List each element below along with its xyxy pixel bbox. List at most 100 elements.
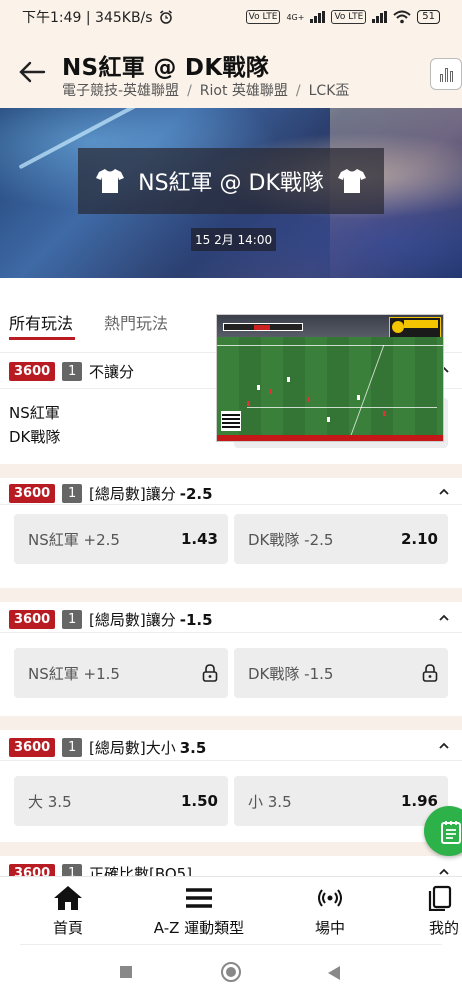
signal-icon	[310, 11, 326, 23]
odds-label: DK戰隊 -2.5	[248, 530, 334, 549]
market-correct-score: 3600 1 正確比數[BO5]	[0, 856, 462, 876]
section-gap	[0, 716, 462, 730]
network-type: 4G+	[286, 12, 305, 22]
odds-button[interactable]: 小 3.5 1.96	[234, 776, 448, 826]
odds-value: 1.50	[180, 792, 218, 810]
stream-logo	[389, 317, 441, 339]
match-banner: NS紅軍 @ DK戰隊 15 2月 14:00	[0, 108, 462, 278]
my-bets-icon	[428, 885, 452, 911]
market-id-badge: 3600	[9, 362, 56, 381]
banner-match-name: NS紅軍 @ DK戰隊	[138, 171, 324, 196]
breadcrumb-sport[interactable]: 電子競技-英雄聯盟	[62, 83, 179, 99]
market-total-handicap-1-5: 3600 1 [總局數]讓分 -1.5 NS紅軍 +1.5 DK戰隊 -1.5	[0, 602, 462, 698]
market-title: [總局數]讓分 -2.5	[89, 485, 213, 503]
breadcrumb-league-group[interactable]: Riot 英雄聯盟	[200, 83, 288, 99]
market-count-badge: 1	[62, 610, 83, 629]
nav-live[interactable]: 場中	[300, 885, 360, 938]
bottom-navigation: 首頁 A-Z 運動類型 場中 我的	[0, 876, 462, 946]
odds-button[interactable]: 大 3.5 1.50	[14, 776, 228, 826]
match-header: NS紅軍 @ DK戰隊 電子競技-英雄聯盟 / Riot 英雄聯盟 / LCK盃	[0, 34, 462, 108]
breadcrumb-competition[interactable]: LCK盃	[309, 83, 350, 99]
status-bar: 下午1:49 | 345KB/s Vo LTE 4G+ Vo LTE 51	[0, 0, 462, 34]
market-header[interactable]: 3600 1 [總局數]大小 3.5	[0, 730, 462, 770]
odds-label: NS紅軍 +1.5	[28, 664, 120, 683]
market-count-badge: 1	[62, 362, 83, 381]
breadcrumb-separator: /	[295, 83, 301, 99]
odds-value: 2.10	[400, 530, 438, 548]
chevron-up-icon[interactable]	[438, 866, 450, 876]
nav-my-bets-label: 我的	[429, 919, 460, 937]
volte-badge: Vo LTE	[245, 10, 281, 24]
tab-popular-bets[interactable]: 熱門玩法	[104, 310, 168, 334]
odds-button-locked[interactable]: NS紅軍 +1.5	[14, 648, 228, 698]
menu-icon	[186, 888, 212, 908]
odds-label: 小 3.5	[248, 792, 292, 811]
qr-code	[221, 411, 241, 431]
market-id-badge: 3600	[9, 738, 56, 757]
odds-button[interactable]: DK戰隊 -2.5 2.10	[234, 514, 448, 564]
back-arrow-icon[interactable]	[18, 60, 46, 84]
nav-home-label: 首頁	[52, 919, 83, 937]
market-header[interactable]: 3600 1 [總局數]讓分 -2.5	[0, 476, 462, 516]
odds-label: 大 3.5	[28, 792, 72, 811]
market-title: 不讓分	[89, 363, 135, 381]
status-indicators: Vo LTE 4G+ Vo LTE 51	[245, 10, 440, 24]
nav-sports-az[interactable]: A-Z 運動類型	[140, 885, 258, 938]
chevron-up-icon[interactable]	[438, 740, 450, 752]
live-broadcast-icon	[318, 889, 342, 907]
market-count-badge: 1	[62, 484, 83, 503]
active-tab-indicator	[9, 337, 75, 340]
odds-row: NS紅軍 +2.5 1.43 DK戰隊 -2.5 2.10	[0, 514, 462, 566]
section-gap	[0, 842, 462, 856]
signal-icon-2	[372, 11, 388, 23]
home-button-icon[interactable]	[221, 962, 241, 982]
lock-icon	[422, 664, 438, 682]
alarm-icon	[159, 10, 172, 24]
market-id-badge: 3600	[9, 610, 56, 629]
system-back-icon[interactable]	[328, 966, 340, 980]
nav-home[interactable]: 首頁	[44, 885, 92, 938]
chevron-up-icon[interactable]	[438, 486, 450, 498]
odds-value: 1.43	[180, 530, 218, 548]
odds-button-locked[interactable]: DK戰隊 -1.5	[234, 648, 448, 698]
battery-icon: 51	[417, 10, 440, 24]
market-header[interactable]: 3600 1 正確比數[BO5]	[0, 856, 462, 876]
home-jersey-icon	[96, 169, 125, 193]
status-time: 下午1:49 | 345KB/s	[22, 10, 153, 26]
nav-sports-az-label: A-Z 運動類型	[153, 919, 245, 937]
divider	[0, 760, 462, 761]
recent-apps-icon[interactable]	[120, 966, 132, 978]
market-title: 正確比數[BO5]	[89, 865, 193, 876]
lock-icon	[202, 664, 218, 682]
market-id-badge: 3600	[9, 484, 56, 503]
live-video-player[interactable]	[216, 314, 444, 442]
home-icon	[54, 886, 82, 910]
volte-badge-2: Vo LTE	[331, 10, 367, 24]
team-away[interactable]: DK戰隊	[9, 426, 60, 447]
page-title: NS紅軍 @ DK戰隊	[62, 55, 270, 81]
divider	[0, 632, 462, 633]
market-count-badge: 1	[62, 864, 83, 876]
odds-button[interactable]: NS紅軍 +2.5 1.43	[14, 514, 228, 564]
match-date: 15 2月 14:00	[191, 228, 277, 251]
team-home[interactable]: NS紅軍	[9, 402, 60, 423]
odds-row: NS紅軍 +1.5 DK戰隊 -1.5	[0, 648, 462, 700]
market-total-over-under: 3600 1 [總局數]大小 3.5 大 3.5 1.50 小 3.5 1.96	[0, 730, 462, 826]
away-jersey-icon	[337, 169, 366, 193]
bar-chart-icon[interactable]	[430, 58, 462, 90]
tab-all-bets[interactable]: 所有玩法	[9, 310, 73, 334]
market-header[interactable]: 3600 1 [總局數]讓分 -1.5	[0, 602, 462, 642]
nav-live-label: 場中	[314, 919, 345, 937]
market-title: [總局數]讓分 -1.5	[89, 611, 213, 629]
divider	[20, 944, 442, 945]
nav-my-bets[interactable]: 我的	[420, 885, 462, 938]
wifi-icon	[393, 10, 411, 24]
breadcrumb: 電子競技-英雄聯盟 / Riot 英雄聯盟 / LCK盃	[62, 80, 349, 100]
divider	[0, 504, 462, 505]
market-count-badge: 1	[62, 738, 83, 757]
odds-row: 大 3.5 1.50 小 3.5 1.96	[0, 776, 462, 828]
section-gap	[0, 588, 462, 602]
odds-label: DK戰隊 -1.5	[248, 664, 334, 683]
chevron-up-icon[interactable]	[438, 612, 450, 624]
video-ticker	[217, 435, 443, 441]
